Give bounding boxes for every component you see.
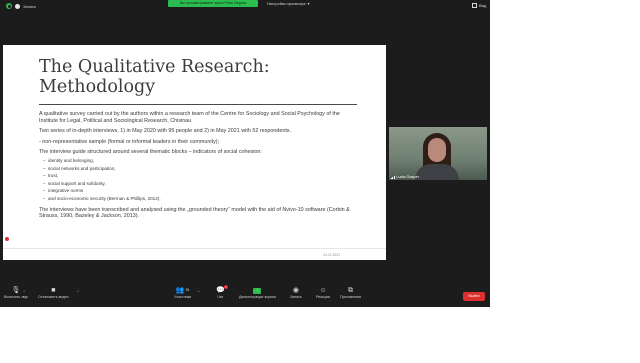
list-item: social networks and participation, [43, 165, 357, 173]
signal-strength-icon [391, 175, 395, 179]
share-screen-icon: ↑ [253, 287, 262, 294]
viewing-share-banner: Вы просматриваете экран Petru Negura [168, 0, 258, 7]
chevron-down-icon: ▾ [307, 2, 310, 6]
participant-name: Lucia Gasper [396, 175, 419, 179]
stop-video-button[interactable]: ■ ^ Остановить видео [38, 286, 79, 299]
slide-paragraph: The interview guide structured around se… [39, 149, 262, 156]
reactions-label: Реакции [316, 295, 330, 299]
title-divider [39, 104, 357, 105]
slide-paragraph: Two series of in-depth interviews, 1) in… [39, 128, 292, 135]
list-item: identity and belonging, [43, 157, 357, 165]
slide-footer: 24.11.2021 [3, 248, 386, 260]
chevron-up-icon[interactable]: ^ [24, 288, 26, 297]
view-options-label: Настройки просмотра [267, 1, 306, 6]
security-shield-icon[interactable] [6, 3, 12, 9]
leave-meeting-button[interactable]: Выйти [463, 292, 485, 301]
record-icon: ◉ [292, 287, 299, 294]
view-label: Вид [479, 3, 487, 8]
chat-badge: 1 [223, 285, 228, 289]
indicator-list: identity and belonging, social networks … [43, 157, 357, 203]
chevron-up-icon[interactable]: ^ [198, 288, 200, 297]
participant-body [415, 164, 459, 180]
list-item: integrative norms [43, 187, 357, 195]
video-camera-icon: ■ ^ [51, 286, 79, 295]
unmute-button[interactable]: 🎙 ^ Включить звук [4, 286, 28, 299]
zoom-meeting-window: Запись Вы просматриваете экран Petru Neg… [0, 0, 490, 307]
slide-body: A qualitative survey carried out by the … [39, 111, 357, 224]
share-screen-label: Демонстрация экрана [239, 295, 276, 299]
slide-paragraph: The interviews have been transcribed and… [39, 206, 350, 220]
participant-face [428, 138, 446, 162]
list-item: social support and solidarity, [43, 180, 357, 188]
slide-date: 24.11.2021 [323, 253, 340, 257]
stop-video-label: Остановить видео [38, 295, 69, 299]
record-button[interactable]: ◉ Запись [290, 286, 302, 299]
record-dot-icon [15, 3, 20, 9]
slide-title-line-2: Methodology [39, 77, 156, 97]
apps-button[interactable]: ⧉ Приложения [340, 286, 361, 299]
view-options-button[interactable]: Настройки просмотра ▾ [267, 1, 310, 7]
apps-label: Приложения [340, 295, 362, 299]
chat-label: Чат [217, 295, 224, 299]
share-screen-button[interactable]: ↑ Демонстрация экрана [239, 286, 276, 299]
slide-paragraph: - non-representative sample (formal or i… [39, 138, 220, 145]
grid-view-icon [472, 3, 477, 8]
slide-title: The Qualitative Research: Methodology [39, 57, 349, 97]
top-bar: Запись Вы просматриваете экран Petru Neg… [0, 0, 490, 12]
participant-video-tile[interactable]: Lucia Gasper [389, 127, 487, 180]
participants-count: 35 [185, 288, 190, 292]
chevron-up-icon[interactable]: ^ [77, 288, 79, 297]
list-item: and socio-economic security (Berman & Ph… [43, 195, 357, 203]
participant-name-tag: Lucia Gasper [391, 175, 419, 179]
shared-slide: The Qualitative Research: Methodology A … [3, 45, 386, 248]
recording-label: Запись [23, 3, 37, 9]
apps-icon: ⧉ [348, 287, 354, 294]
chat-icon: 💬 1 [216, 285, 228, 294]
view-button[interactable]: Вид [472, 3, 486, 8]
chat-button[interactable]: 💬 1 Чат [216, 285, 228, 299]
slide-title-line-1: The Qualitative Research: [39, 57, 270, 77]
smiley-plus-icon: ☺ [319, 287, 327, 294]
list-item: trust, [43, 172, 357, 180]
participants-button[interactable]: 👥 35 ^ Участники [174, 286, 200, 299]
slide-paragraph: A qualitative survey carried out by the … [39, 111, 340, 124]
record-label: Запись [290, 295, 302, 299]
reactions-button[interactable]: ☺ Реакции [316, 286, 330, 299]
participants-label: Участники [174, 295, 192, 299]
participants-icon: 👥 35 ^ [176, 286, 200, 295]
microphone-muted-icon: 🎙 ^ [12, 286, 26, 295]
meeting-toolbar: 🎙 ^ Включить звук ■ ^ Остановить видео 👥 35… [0, 285, 490, 307]
laser-pointer-icon [5, 237, 9, 241]
recording-indicator[interactable]: Запись [6, 3, 36, 9]
